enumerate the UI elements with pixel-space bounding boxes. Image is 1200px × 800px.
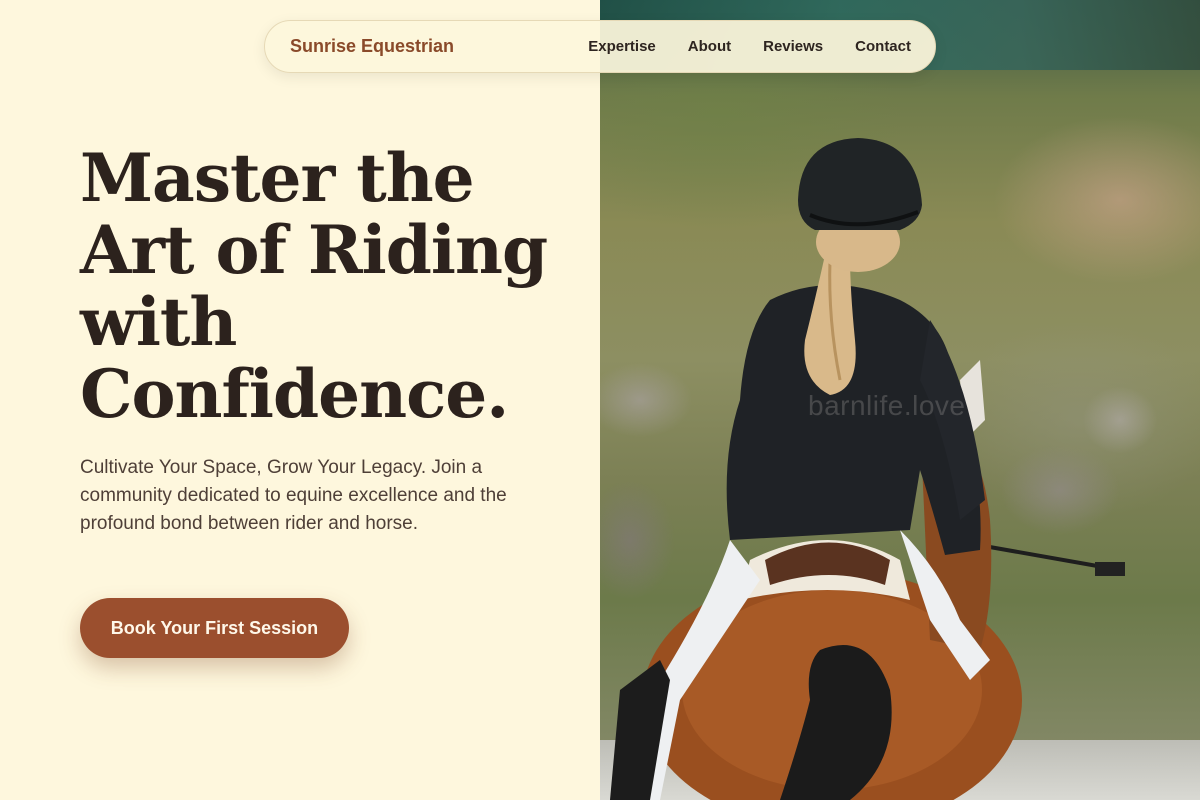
nav-link-about[interactable]: About bbox=[688, 38, 731, 55]
brand-logo[interactable]: Sunrise Equestrian bbox=[290, 36, 454, 57]
top-navbar: Sunrise Equestrian Expertise About Revie… bbox=[264, 20, 936, 73]
nav-link-reviews[interactable]: Reviews bbox=[763, 38, 823, 55]
book-session-button[interactable]: Book Your First Session bbox=[80, 598, 349, 658]
hero-title: Master the Art of Riding with Confidence… bbox=[80, 142, 580, 430]
nav-links: Expertise About Reviews Contact bbox=[588, 38, 911, 55]
hero-title-line: with bbox=[80, 283, 237, 361]
hero-title-line: Master the bbox=[80, 139, 475, 217]
photo-watermark: barnlife.love bbox=[808, 390, 966, 421]
hero-title-line: Art of Riding bbox=[80, 211, 548, 289]
hero-left-panel: Master the Art of Riding with Confidence… bbox=[0, 0, 600, 800]
nav-link-contact[interactable]: Contact bbox=[855, 38, 911, 55]
hero-title-line: Confidence. bbox=[80, 355, 509, 433]
hero-subtitle: Cultivate Your Space, Grow Your Legacy. … bbox=[80, 457, 507, 534]
nav-link-expertise[interactable]: Expertise bbox=[588, 38, 656, 55]
